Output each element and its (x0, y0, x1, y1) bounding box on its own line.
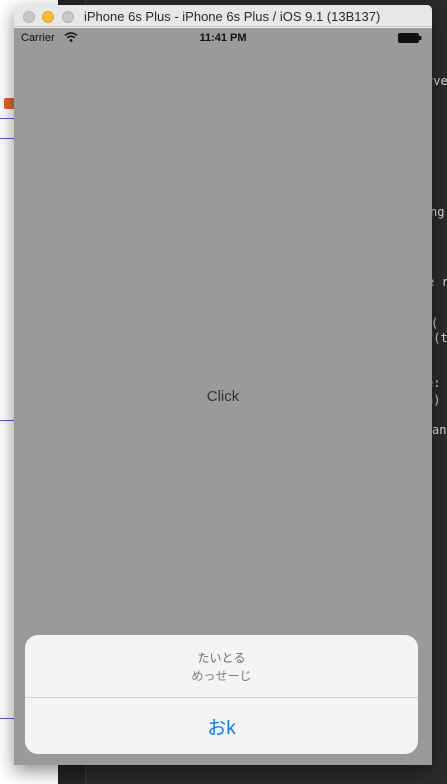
window-title: iPhone 6s Plus - iPhone 6s Plus / iOS 9.… (84, 9, 381, 24)
status-bar: Carrier 11:41 PM (14, 28, 432, 48)
close-window-button[interactable] (23, 11, 35, 23)
editor-divider (0, 718, 14, 719)
click-button[interactable]: Click (14, 388, 432, 405)
code-line: ( (431, 316, 439, 330)
code-line: ng (430, 205, 445, 219)
window-titlebar[interactable]: iPhone 6s Plus - iPhone 6s Plus / iOS 9.… (14, 5, 432, 27)
device-screen[interactable]: Carrier 11:41 PM Click たいとる めっせーじ おk (14, 28, 432, 765)
action-sheet-title: たいとる (197, 651, 246, 665)
simulator-window: iPhone 6s Plus - iPhone 6s Plus / iOS 9.… (14, 5, 432, 765)
editor-divider (0, 138, 14, 139)
editor-divider (0, 420, 14, 421)
code-line: an (432, 423, 447, 437)
status-time: 11:41 PM (199, 32, 247, 44)
battery-icon (398, 33, 422, 43)
minimize-window-button[interactable] (42, 11, 54, 23)
zoom-window-button[interactable] (62, 11, 74, 23)
editor-divider (0, 118, 14, 119)
action-sheet: たいとる めっせーじ おk (25, 635, 418, 754)
action-sheet-message: めっせーじ (191, 669, 252, 683)
action-sheet-header: たいとる めっせーじ (25, 635, 418, 698)
ok-button[interactable]: おk (25, 699, 418, 754)
